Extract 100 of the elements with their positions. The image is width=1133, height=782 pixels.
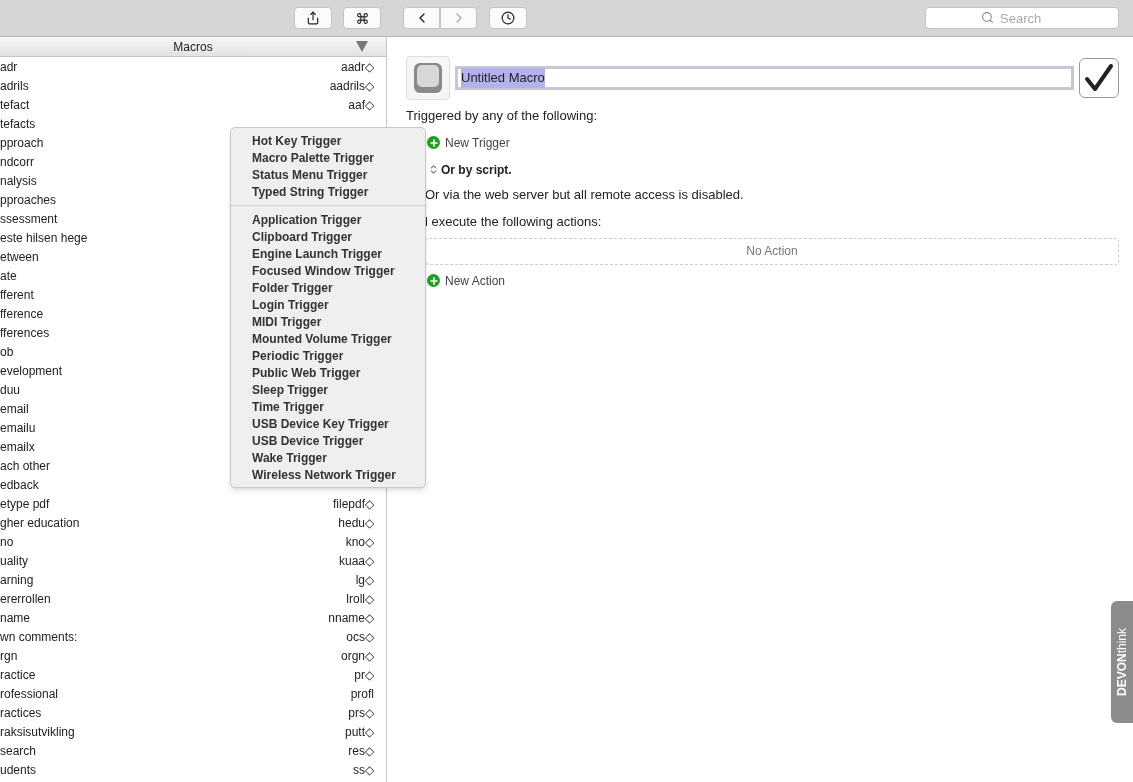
menu-item[interactable]: Public Web Trigger <box>231 364 425 381</box>
menu-item[interactable]: USB Device Trigger <box>231 432 425 449</box>
macro-name[interactable]: no <box>0 532 14 551</box>
new-action-button[interactable]: New Action <box>445 271 506 290</box>
macro-name[interactable]: ssessment <box>0 209 58 228</box>
macro-name[interactable]: edback <box>0 475 39 494</box>
macro-shortcut: nname◇ <box>328 609 374 627</box>
macro-icon[interactable] <box>406 56 450 100</box>
menu-item[interactable]: Sleep Trigger <box>231 381 425 398</box>
macro-name[interactable]: emailu <box>0 418 36 437</box>
menu-item[interactable]: Folder Trigger <box>231 279 425 296</box>
macro-name[interactable]: nalysis <box>0 171 37 190</box>
macro-name[interactable]: ate <box>0 266 17 285</box>
menu-item[interactable]: Wireless Network Trigger <box>231 466 425 483</box>
macro-shortcut: kuaa◇ <box>338 552 374 570</box>
macro-name[interactable]: ach other <box>0 456 51 475</box>
macro-name[interactable]: ererrollen <box>0 589 51 608</box>
menu-item[interactable]: Mounted Volume Trigger <box>231 330 425 347</box>
menu-item[interactable]: Periodic Trigger <box>231 347 425 364</box>
macro-name[interactable]: tefact <box>0 95 30 114</box>
menu-item[interactable]: Time Trigger <box>231 398 425 415</box>
menu-item[interactable]: Wake Trigger <box>231 449 425 466</box>
macro-name[interactable]: etype pdf <box>0 494 50 513</box>
script-label[interactable]: Or by script. <box>441 160 512 179</box>
menu-item[interactable]: USB Device Key Trigger <box>231 415 425 432</box>
macro-name[interactable]: ractice <box>0 665 36 684</box>
macro-name[interactable]: fferent <box>0 285 34 304</box>
macro-name[interactable]: pproaches <box>0 190 57 209</box>
menu-item[interactable]: Macro Palette Trigger <box>231 149 425 166</box>
macro-shortcut: pr◇ <box>354 666 374 684</box>
enable-checkbox[interactable] <box>1079 58 1119 98</box>
macro-name[interactable]: wn comments: <box>0 627 78 646</box>
search-field[interactable]: Search <box>925 7 1119 29</box>
macro-shortcut: filepdf◇ <box>332 495 374 513</box>
macro-name[interactable]: raksisutvikling <box>0 722 75 741</box>
history-button[interactable] <box>489 7 527 29</box>
macro-name[interactable]: ndcorr <box>0 152 34 171</box>
command-icon <box>355 11 369 25</box>
no-action-text: No Action <box>746 243 798 260</box>
macro-name[interactable]: gher education <box>0 513 80 532</box>
macro-name[interactable]: fference <box>0 304 44 323</box>
macro-shortcut: res◇ <box>348 742 374 760</box>
macro-name[interactable]: uality <box>0 551 28 570</box>
macro-name[interactable]: etween <box>0 247 39 266</box>
macro-shortcut: ss◇ <box>353 761 374 779</box>
macro-shortcut: profl <box>350 685 374 703</box>
macro-name-field[interactable]: Untitled Macro <box>455 66 1074 90</box>
menu-item[interactable]: Login Trigger <box>231 296 425 313</box>
macro-shortcut: lg◇ <box>355 571 374 589</box>
menu-item[interactable]: Status Menu Trigger <box>231 166 425 183</box>
macro-shortcut: aaf◇ <box>348 96 374 114</box>
macro-shortcut: orgn◇ <box>340 647 374 665</box>
macro-name[interactable]: duu <box>0 380 21 399</box>
column-header[interactable]: Macros <box>0 37 386 56</box>
macro-name[interactable]: este hilsen hege <box>0 228 88 247</box>
macro-shortcut: hedu◇ <box>338 514 374 532</box>
macro-name[interactable]: pproach <box>0 133 44 152</box>
menu-item[interactable]: Application Trigger <box>231 211 425 228</box>
macro-name[interactable]: tefacts <box>0 114 36 133</box>
menu-item[interactable]: MIDI Trigger <box>231 313 425 330</box>
macro-name[interactable]: arning <box>0 570 34 589</box>
add-icon <box>427 274 440 287</box>
macro-shortcut: lroll◇ <box>346 590 374 608</box>
macro-shortcut: aadrils◇ <box>329 77 374 95</box>
new-trigger-button[interactable]: New Trigger <box>445 133 510 152</box>
macro-name[interactable]: name <box>0 608 31 627</box>
macro-name[interactable]: emailx <box>0 437 35 456</box>
triggered-label: Triggered by any of the following: <box>406 107 598 125</box>
share-icon <box>306 11 320 25</box>
actions-label: l execute the following actions: <box>425 213 603 231</box>
menu-item[interactable]: Typed String Trigger <box>231 183 425 200</box>
macro-name[interactable]: ob <box>0 342 14 361</box>
sort-triangle-icon[interactable] <box>356 41 368 52</box>
macro-name[interactable]: evelopment <box>0 361 63 380</box>
share-button[interactable] <box>294 7 332 29</box>
macro-name[interactable]: fferences <box>0 323 50 342</box>
macro-shortcut: kno◇ <box>345 533 374 551</box>
command-button[interactable] <box>343 7 381 29</box>
add-icon <box>427 136 440 149</box>
macro-name[interactable]: rgn <box>0 646 18 665</box>
macro-shortcut: putt◇ <box>345 723 374 741</box>
macro-shortcut: aadr◇ <box>340 58 374 76</box>
macro-name[interactable]: rofessional <box>0 684 59 703</box>
macro-shortcut: ocs◇ <box>346 628 374 646</box>
menu-item[interactable]: Engine Launch Trigger <box>231 245 425 262</box>
menu-item[interactable]: Focused Window Trigger <box>231 262 425 279</box>
macro-name[interactable]: udents <box>0 760 37 779</box>
menu-item[interactable]: Hot Key Trigger <box>231 132 425 149</box>
menu-item[interactable]: Clipboard Trigger <box>231 228 425 245</box>
macro-name[interactable]: adrils <box>0 76 29 95</box>
side-tab-label: DEVONthink <box>1114 628 1130 696</box>
macro-name[interactable]: ractices <box>0 703 42 722</box>
stepper-icon[interactable] <box>428 164 439 175</box>
clock-icon <box>501 11 515 25</box>
macro-name[interactable]: email <box>0 399 29 418</box>
search-icon <box>981 11 994 24</box>
back-button[interactable] <box>403 7 440 29</box>
web-server-note: Or via the web server but all remote access is disabled. <box>425 185 745 204</box>
macro-name[interactable]: adr <box>0 57 18 76</box>
macro-name[interactable]: search <box>0 741 37 760</box>
